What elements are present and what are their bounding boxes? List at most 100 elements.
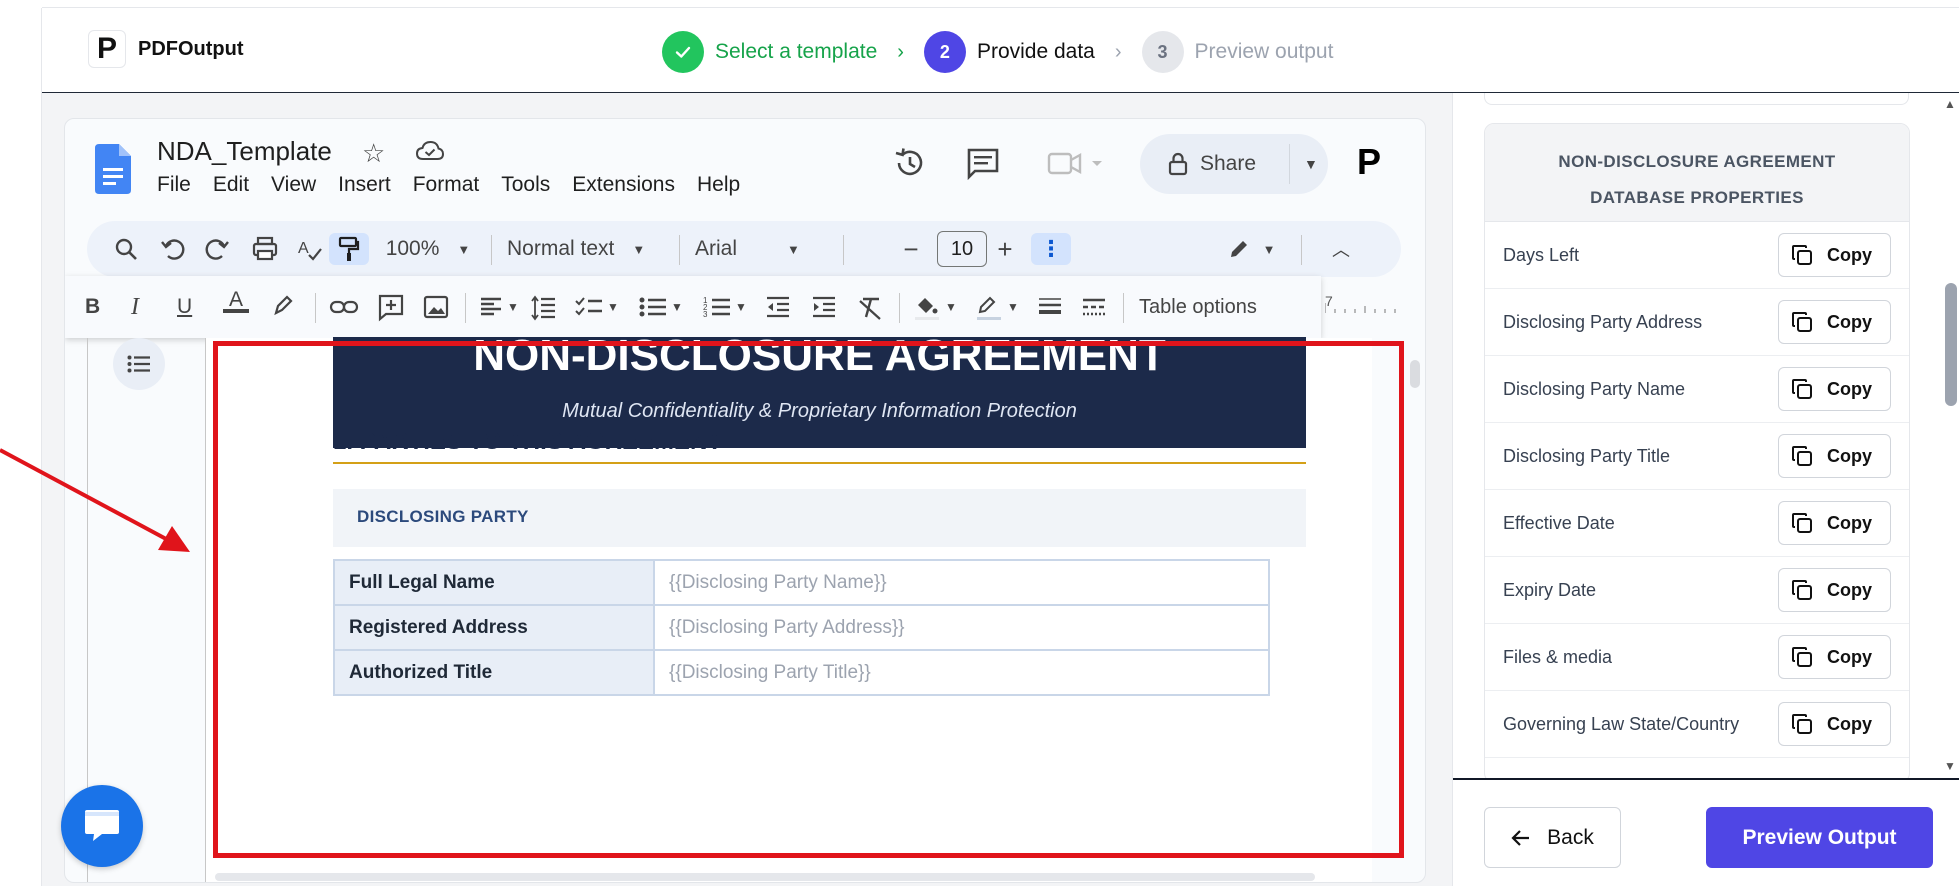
increase-indent-icon[interactable] — [811, 291, 837, 323]
copy-button[interactable]: Copy — [1778, 635, 1891, 679]
copy-button[interactable]: Copy — [1778, 434, 1891, 478]
share-button[interactable]: Share ▼ — [1140, 134, 1328, 194]
preview-output-button[interactable]: Preview Output — [1706, 807, 1933, 868]
doc-horizontal-scrollbar[interactable] — [215, 873, 1315, 881]
star-icon[interactable]: ☆ — [362, 138, 385, 169]
copy-label: Copy — [1827, 646, 1872, 667]
back-button[interactable]: Back — [1484, 807, 1621, 868]
insert-image-icon[interactable] — [423, 291, 449, 323]
video-call-icon[interactable] — [1045, 145, 1109, 181]
insert-link-icon[interactable] — [329, 291, 359, 323]
nda-subtitle: Mutual Confidentiality & Proprietary Inf… — [562, 400, 1077, 422]
copy-button[interactable]: Copy — [1778, 568, 1891, 612]
undo-icon[interactable] — [159, 233, 185, 265]
docs-toolbar: A 100% ▼ Normal text ▼ Arial ▼ − 10 + ⋮ — [87, 221, 1401, 277]
menu-insert[interactable]: Insert — [338, 173, 391, 197]
editing-mode-select[interactable]: ▼ — [1221, 233, 1281, 265]
menu-format[interactable]: Format — [413, 173, 480, 197]
caret-down-icon: ▼ — [735, 300, 747, 314]
copy-label: Copy — [1827, 378, 1872, 399]
document-editor-area: NDA_Template ☆ File Edit View Insert For… — [42, 93, 1452, 886]
highlight-color-icon[interactable] — [271, 291, 295, 323]
panel-scrollbar-thumb[interactable] — [1945, 283, 1957, 406]
doc-scrollbar-thumb[interactable] — [1410, 360, 1420, 388]
brand-name: PDFOutput — [138, 37, 244, 60]
menu-extensions[interactable]: Extensions — [572, 173, 675, 197]
more-options-icon[interactable]: ⋮ — [1031, 233, 1071, 265]
numbered-list-icon[interactable]: 123 ▼ — [703, 291, 747, 323]
copy-button[interactable]: Copy — [1778, 702, 1891, 746]
align-icon[interactable]: ▼ — [479, 291, 519, 323]
collapse-menus-icon[interactable]: ︿ — [1327, 233, 1355, 265]
step-label: Preview output — [1194, 40, 1334, 63]
paint-format-button[interactable] — [329, 233, 369, 265]
menu-tools[interactable]: Tools — [501, 173, 550, 197]
toolbar-divider — [315, 293, 316, 323]
insert-comment-icon[interactable] — [377, 291, 405, 323]
caret-down-icon: ▼ — [1262, 241, 1276, 257]
step-provide-data[interactable]: 2 Provide data — [923, 31, 1095, 73]
property-row-disclosing-party-name: Disclosing Party Name Copy — [1485, 356, 1909, 423]
menu-file[interactable]: File — [157, 173, 191, 197]
text-color-icon[interactable]: A — [223, 289, 249, 323]
chevron-right-icon: › — [897, 40, 904, 63]
cell-background-color-icon[interactable]: ▼ — [913, 291, 957, 323]
menu-edit[interactable]: Edit — [213, 173, 249, 197]
caret-down-icon[interactable]: ▼ — [1304, 156, 1318, 172]
chat-support-icon[interactable] — [61, 785, 143, 867]
bold-icon[interactable]: B — [85, 291, 100, 323]
border-color-icon[interactable]: ▼ — [975, 291, 1019, 323]
copy-button[interactable]: Copy — [1778, 367, 1891, 411]
svg-text:3: 3 — [703, 310, 708, 319]
scroll-up-icon[interactable]: ▲ — [1944, 97, 1956, 111]
border-dash-icon[interactable] — [1081, 291, 1107, 323]
document-outline-icon[interactable] — [113, 338, 165, 390]
cloud-saved-icon[interactable] — [415, 139, 445, 165]
decrease-font-size-button[interactable]: − — [899, 233, 923, 265]
bulleted-list-icon[interactable]: ▼ — [639, 291, 683, 323]
redo-icon[interactable] — [205, 233, 231, 265]
menu-view[interactable]: View — [271, 173, 316, 197]
print-icon[interactable] — [251, 233, 279, 265]
copy-icon — [1792, 446, 1812, 466]
comments-icon[interactable] — [965, 145, 1001, 181]
property-row-disclosing-party-address: Disclosing Party Address Copy — [1485, 289, 1909, 356]
caret-down-icon: ▼ — [1007, 300, 1019, 314]
zoom-select[interactable]: 100% ▼ — [383, 233, 473, 265]
copy-label: Copy — [1827, 244, 1872, 265]
chevron-right-icon: › — [1114, 40, 1122, 63]
line-spacing-icon[interactable] — [531, 291, 557, 323]
search-menus-icon[interactable] — [113, 233, 139, 265]
share-main[interactable]: Share — [1140, 144, 1290, 184]
menu-help[interactable]: Help — [697, 173, 740, 197]
scroll-down-icon[interactable]: ▼ — [1944, 759, 1956, 773]
document-title[interactable]: NDA_Template — [157, 136, 332, 167]
section-rule — [333, 462, 1306, 464]
font-select[interactable]: Arial ▼ — [695, 233, 819, 265]
step-select-template[interactable]: Select a template — [662, 31, 877, 73]
brand[interactable]: P PDFOutput — [88, 30, 244, 68]
italic-icon[interactable]: I — [131, 291, 139, 323]
border-width-icon[interactable] — [1037, 291, 1063, 323]
version-history-icon[interactable] — [891, 145, 927, 181]
table-value[interactable]: {{Disclosing Party Name}} — [653, 559, 1270, 606]
table-options-button[interactable]: Table options — [1139, 291, 1257, 323]
step-preview-output[interactable]: 3 Preview output — [1141, 31, 1334, 73]
paragraph-style-select[interactable]: Normal text ▼ — [507, 233, 663, 265]
pdfoutput-addon-icon[interactable]: P — [1357, 141, 1381, 183]
properties-subtitle: DATABASE PROPERTIES — [1590, 188, 1804, 207]
copy-button[interactable]: Copy — [1778, 300, 1891, 344]
section-heading: 1. PARTIES TO THIS AGREEMENT — [333, 428, 722, 455]
table-value[interactable]: {{Disclosing Party Title}} — [653, 649, 1270, 696]
google-docs-icon[interactable] — [95, 144, 131, 194]
font-size-input[interactable]: 10 — [937, 231, 987, 267]
increase-font-size-button[interactable]: + — [993, 233, 1017, 265]
table-value[interactable]: {{Disclosing Party Address}} — [653, 604, 1270, 651]
copy-button[interactable]: Copy — [1778, 501, 1891, 545]
clear-formatting-icon[interactable] — [857, 291, 883, 323]
checklist-icon[interactable]: ▼ — [575, 291, 619, 323]
underline-icon[interactable]: U — [177, 291, 192, 323]
spellcheck-icon[interactable]: A — [297, 233, 323, 265]
decrease-indent-icon[interactable] — [765, 291, 791, 323]
copy-button[interactable]: Copy — [1778, 233, 1891, 277]
